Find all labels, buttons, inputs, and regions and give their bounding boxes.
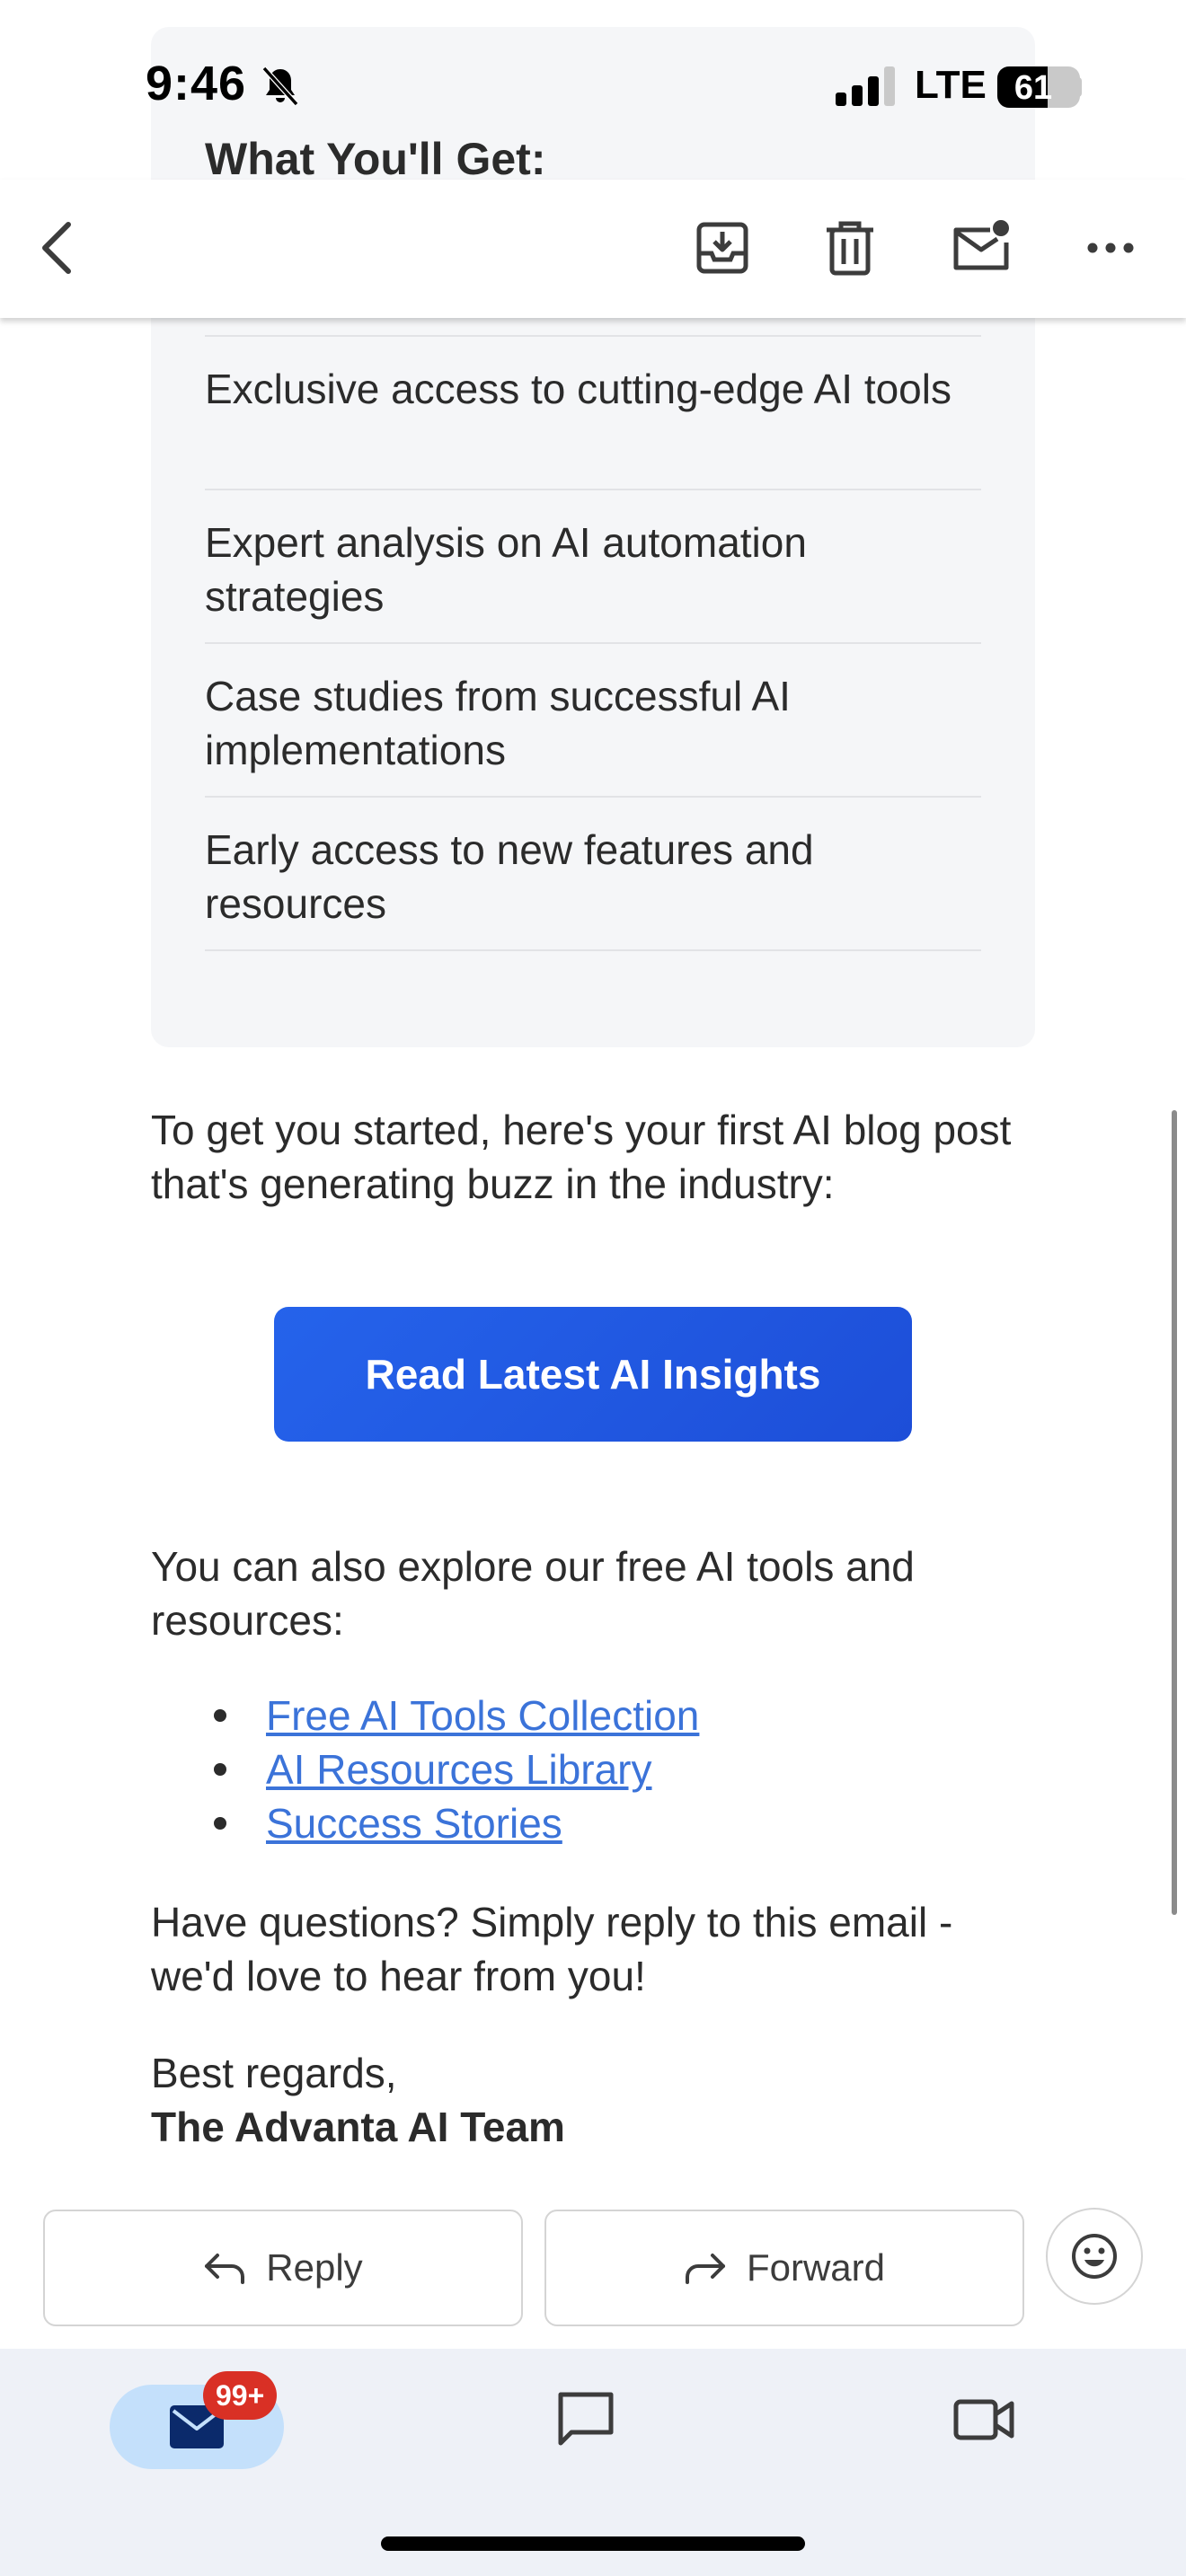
list-item: AI Resources Library <box>205 1742 699 1796</box>
network-type: LTE <box>915 63 987 107</box>
forward-icon <box>685 2254 725 2284</box>
intro-text: To get you started, here's your first AI… <box>151 1107 1012 1207</box>
back-button[interactable] <box>16 205 102 291</box>
status-bar: 9:46 LTE 61 <box>0 0 1186 180</box>
nav-chat-tab[interactable] <box>555 2389 616 2455</box>
archive-button[interactable] <box>679 205 766 291</box>
clock: 9:46 <box>146 57 247 110</box>
more-options-button[interactable] <box>1067 205 1154 291</box>
mark-unread-button[interactable] <box>938 205 1024 291</box>
video-camera-icon <box>953 2399 1014 2440</box>
read-insights-label: Read Latest AI Insights <box>365 1351 821 1398</box>
email-body: What You'll Get: Daily AI insights and i… <box>0 0 1186 2192</box>
reply-icon <box>205 2254 245 2284</box>
link-ai-resources-library[interactable]: AI Resources Library <box>266 1742 652 1796</box>
nav-meet-tab[interactable] <box>952 2389 1017 2455</box>
benefit-item: Case studies from successful AI implemen… <box>205 644 981 798</box>
chat-icon <box>558 2392 614 2446</box>
trash-icon <box>827 221 873 276</box>
email-toolbar <box>0 180 1186 318</box>
benefit-item: Early access to new features and resourc… <box>205 798 981 951</box>
questions-text: Have questions? Simply reply to this ema… <box>151 1899 953 1999</box>
unread-count-badge: 99+ <box>203 2371 278 2420</box>
signal-icon <box>836 66 895 106</box>
battery-percent: 61 <box>1013 69 1053 107</box>
bell-slash-icon <box>261 66 299 107</box>
explore-text: You can also explore our free AI tools a… <box>151 1543 915 1644</box>
read-insights-button[interactable]: Read Latest AI Insights <box>274 1307 912 1442</box>
forward-label: Forward <box>746 2246 886 2289</box>
emoji-reaction-button[interactable] <box>1046 2208 1143 2305</box>
home-indicator[interactable] <box>381 2536 805 2551</box>
more-horizontal-icon <box>1087 243 1134 253</box>
archive-icon <box>696 222 748 274</box>
resource-links: Free AI Tools Collection AI Resources Li… <box>205 1689 699 1850</box>
forward-button[interactable]: Forward <box>544 2210 1024 2326</box>
reply-label: Reply <box>266 2246 363 2289</box>
scrollbar[interactable] <box>1172 1110 1177 1915</box>
chevron-left-icon <box>42 222 71 274</box>
signature-name: The Advanta AI Team <box>151 2104 565 2150</box>
list-item: Free AI Tools Collection <box>205 1689 699 1742</box>
link-free-ai-tools[interactable]: Free AI Tools Collection <box>266 1689 699 1742</box>
battery-icon: 61 <box>997 66 1080 108</box>
signoff-text: Best regards, <box>151 2050 397 2096</box>
benefit-item: Expert analysis on AI automation strateg… <box>205 490 981 644</box>
benefit-item: Exclusive access to cutting-edge AI tool… <box>205 337 981 490</box>
reply-button[interactable]: Reply <box>43 2210 523 2326</box>
list-item: Success Stories <box>205 1796 699 1850</box>
benefits-list: Daily AI insights and industry trends Ex… <box>205 243 981 951</box>
delete-button[interactable] <box>807 205 893 291</box>
mark-unread-icon <box>953 220 1009 270</box>
link-success-stories[interactable]: Success Stories <box>266 1796 562 1850</box>
smiley-icon <box>1072 2234 1117 2279</box>
